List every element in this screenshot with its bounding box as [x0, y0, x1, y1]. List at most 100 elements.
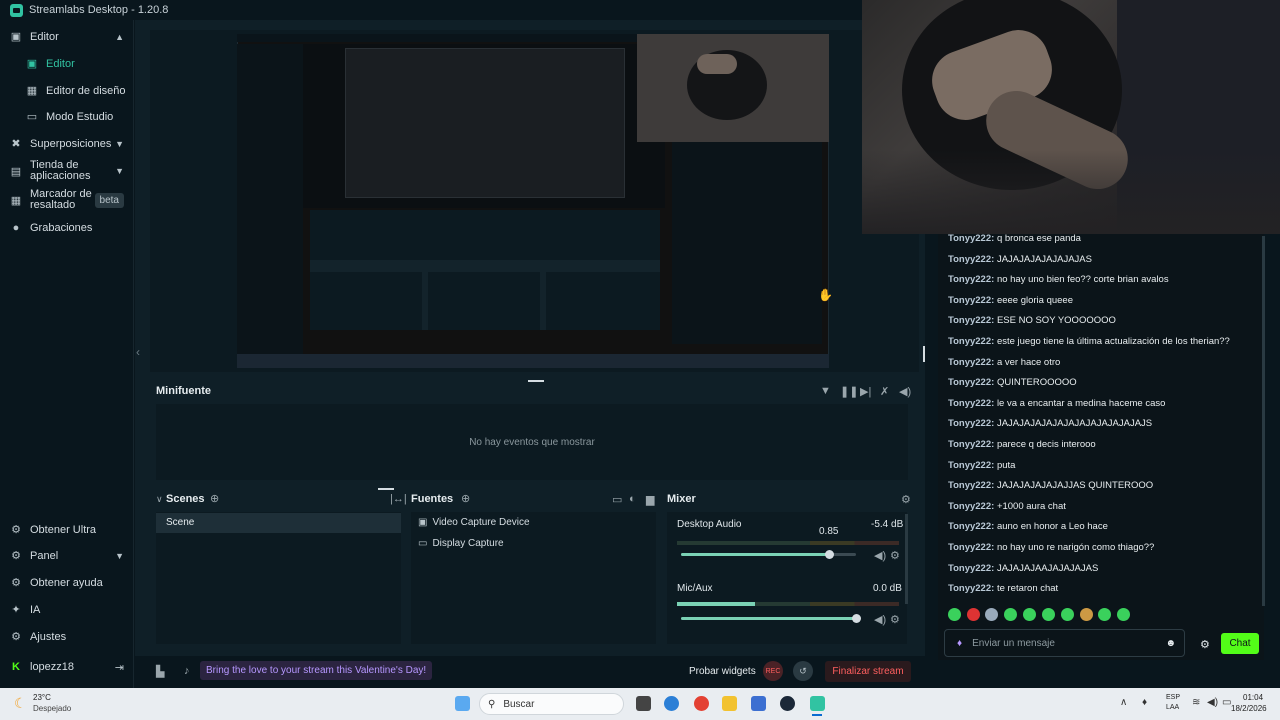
chat-username[interactable]: Tonyy222: — [948, 315, 994, 326]
add-scene-icon[interactable]: ⊕ — [210, 492, 219, 505]
nav-app-store[interactable]: ▤ Tienda de aplicaciones ▼ — [0, 160, 134, 182]
emote-icon[interactable] — [948, 608, 961, 621]
source-row[interactable]: ▭ Display Capture — [418, 538, 504, 549]
chat-username[interactable]: Tonyy222: — [948, 439, 994, 450]
chat-settings-icon[interactable]: ⚙ — [1200, 638, 1210, 651]
emote-icon[interactable] — [1023, 608, 1036, 621]
volume-slider[interactable] — [681, 550, 856, 559]
start-icon[interactable] — [455, 696, 470, 711]
chat-username[interactable]: Tonyy222: — [948, 336, 994, 347]
nav-settings[interactable]: ⚙ Ajustes — [0, 630, 134, 644]
clock-time[interactable]: 01:04 — [1243, 693, 1263, 702]
nav-panel[interactable]: ⚙ Panel ▼ — [0, 549, 134, 563]
language-code[interactable]: ESP — [1166, 694, 1180, 701]
test-widgets-button[interactable]: Probar widgets — [689, 666, 756, 677]
chat-scrollbar[interactable] — [1262, 236, 1265, 606]
chat-username[interactable]: Tonyy222: — [948, 501, 994, 512]
mic-icon[interactable]: ♦ — [1142, 697, 1147, 708]
emote-icon[interactable] — [1061, 608, 1074, 621]
chat-username[interactable]: Tonyy222: — [948, 521, 994, 532]
weather-desc[interactable]: Despejado — [33, 704, 71, 713]
task-view-icon[interactable] — [636, 696, 651, 711]
end-stream-button[interactable]: Finalizar stream — [825, 661, 911, 682]
source-row[interactable]: ▣ Video Capture Device — [418, 517, 530, 528]
skip-icon[interactable]: ▶| — [860, 385, 871, 398]
nav-highlighter[interactable]: ▦ Marcador de resaltado beta — [0, 189, 134, 211]
search-label: Buscar — [503, 698, 535, 710]
chat-username[interactable]: Tonyy222: — [948, 254, 994, 265]
keyboard-layout[interactable]: LAA — [1166, 704, 1179, 711]
volume-icon[interactable]: ◀) — [899, 385, 911, 398]
channel-settings-icon[interactable]: ⚙ — [890, 613, 900, 626]
chat-username[interactable]: Tonyy222: — [948, 233, 994, 244]
clock-date[interactable]: 18/2/2026 — [1231, 704, 1267, 713]
filter-icon[interactable]: ▼ — [820, 385, 831, 397]
pause-icon[interactable]: ❚❚ — [840, 385, 858, 398]
chat-username[interactable]: Tonyy222: — [948, 542, 994, 553]
chat-username[interactable]: Tonyy222: — [948, 460, 994, 471]
speaker-icon[interactable]: ◀) — [1207, 697, 1218, 708]
collapse-chevron-icon[interactable]: ∨ — [156, 494, 163, 505]
nav-account[interactable]: K lopezz18 ⇥ — [0, 661, 134, 674]
chat-username[interactable]: Tonyy222: — [948, 398, 994, 409]
streamlabs-icon[interactable] — [810, 696, 825, 711]
chat-username[interactable]: Tonyy222: — [948, 583, 994, 594]
nav-editor[interactable]: ▣ Editor — [0, 57, 134, 71]
volume-slider[interactable] — [681, 614, 861, 623]
chat-username[interactable]: Tonyy222: — [948, 295, 994, 306]
nav-editor-group[interactable]: ▣ Editor ▲ — [0, 30, 134, 44]
nav-layout-editor[interactable]: ▦ Editor de diseño — [0, 84, 134, 98]
channel-settings-icon[interactable]: ⚙ — [890, 549, 900, 562]
folder-icon[interactable]: ▭ — [612, 493, 622, 506]
selective-record-icon[interactable]: ◐ — [629, 493, 636, 505]
emote-icon[interactable] — [1080, 608, 1093, 621]
scene-row[interactable]: Scene — [156, 513, 401, 533]
replay-buffer-icon[interactable]: ↺ — [793, 661, 813, 681]
logout-icon[interactable]: ⇥ — [115, 661, 124, 674]
steam-icon[interactable] — [780, 696, 795, 711]
weather-temp[interactable]: 23°C — [33, 693, 51, 702]
chat-username[interactable]: Tonyy222: — [948, 418, 994, 429]
scrollbar[interactable] — [905, 514, 908, 604]
nav-overlays[interactable]: ✖ Superposiciones ▼ — [0, 137, 134, 151]
chat-send-button[interactable]: Chat — [1221, 633, 1259, 654]
emote-icon[interactable] — [985, 608, 998, 621]
store-icon[interactable] — [751, 696, 766, 711]
nav-studio-mode[interactable]: ▭ Modo Estudio — [0, 110, 134, 124]
file-explorer-icon[interactable] — [722, 696, 737, 711]
edge-icon[interactable] — [664, 696, 679, 711]
mute-alerts-icon[interactable]: ✗ — [880, 385, 889, 398]
chat-message-input[interactable]: ♦ Enviar un mensaje ☻ — [944, 629, 1185, 657]
add-source-icon[interactable]: ⊕ — [461, 492, 470, 505]
nav-recordings[interactable]: ● Grabaciones — [0, 222, 134, 234]
mute-icon[interactable]: ◀) — [874, 549, 886, 562]
chat-username[interactable]: Tonyy222: — [948, 357, 994, 368]
emote-icon[interactable] — [1042, 608, 1055, 621]
add-folder-icon[interactable]: ▆ — [646, 493, 654, 506]
mixer-settings-icon[interactable]: ⚙ — [901, 493, 911, 506]
scene-transition-icon[interactable]: |↔| — [390, 493, 407, 505]
chrome-icon[interactable] — [694, 696, 709, 711]
promo-banner[interactable]: Bring the love to your stream this Valen… — [200, 661, 433, 680]
chat-username[interactable]: Tonyy222: — [948, 377, 994, 388]
emoji-icon[interactable]: ☻ — [1165, 638, 1176, 649]
record-button[interactable]: REC — [763, 661, 783, 681]
emote-icon[interactable] — [1004, 608, 1017, 621]
chat-username[interactable]: Tonyy222: — [948, 480, 994, 491]
channel-db: 0.0 dB — [873, 583, 902, 594]
emote-icon[interactable] — [1117, 608, 1130, 621]
taskbar-search[interactable]: ⚲ Buscar — [479, 693, 624, 715]
mute-icon[interactable]: ◀) — [874, 613, 886, 626]
tray-chevron-icon[interactable]: ∧ — [1120, 697, 1127, 708]
kick-icon: K — [12, 661, 20, 673]
chat-username[interactable]: Tonyy222: — [948, 563, 994, 574]
collapse-left-icon[interactable]: ‹ — [136, 345, 140, 359]
emote-icon[interactable] — [1098, 608, 1111, 621]
nav-get-help[interactable]: ⚙ Obtener ayuda — [0, 576, 134, 590]
stats-icon[interactable]: ▙ — [156, 665, 164, 678]
nav-ai[interactable]: ✦ IA — [0, 603, 134, 617]
chat-username[interactable]: Tonyy222: — [948, 274, 994, 285]
nav-get-ultra[interactable]: ⚙ Obtener Ultra — [0, 523, 134, 537]
emote-icon[interactable] — [967, 608, 980, 621]
wifi-icon[interactable]: ≋ — [1192, 697, 1200, 708]
